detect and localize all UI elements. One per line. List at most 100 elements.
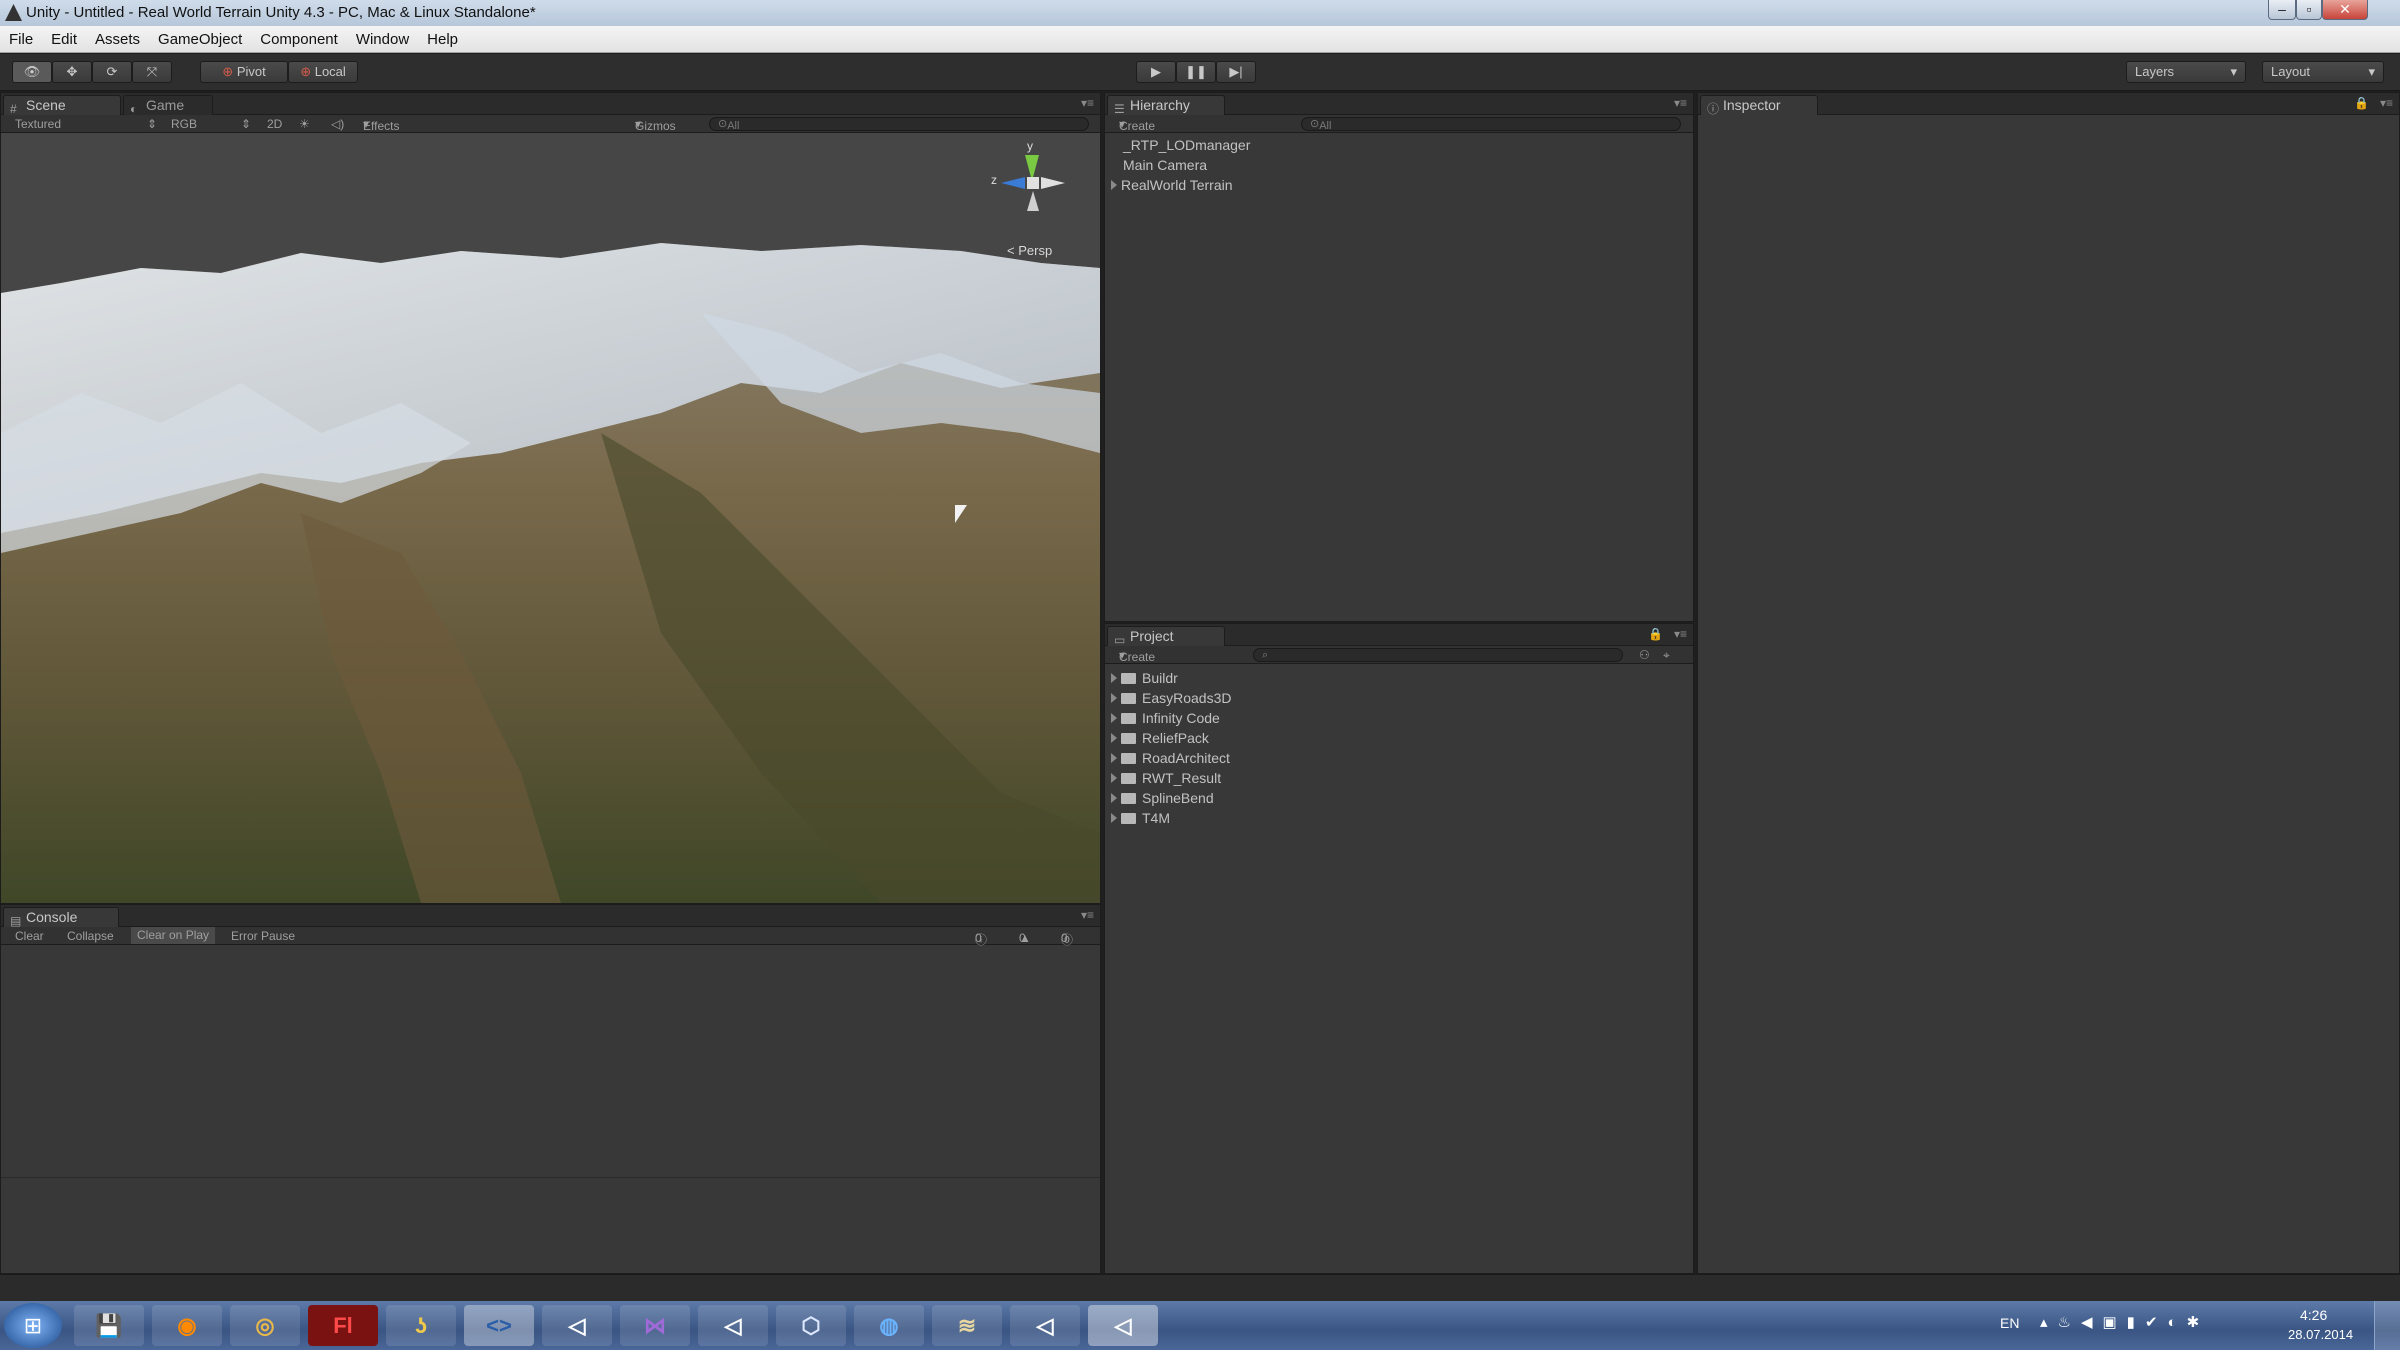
render-mode-dropdown[interactable]: RGB — [171, 117, 197, 131]
tab-game[interactable]: ◐ Game — [123, 95, 213, 116]
hierarchy-search-input[interactable]: ⊙ All — [1301, 117, 1681, 132]
expand-arrow-icon[interactable] — [1111, 793, 1117, 803]
clear-button[interactable]: Clear — [15, 929, 44, 943]
clock-time[interactable]: 4:26 — [2300, 1307, 2327, 1323]
expand-arrow-icon[interactable] — [1111, 813, 1117, 823]
close-button[interactable]: ✕ — [2322, 0, 2368, 20]
expand-arrow-icon[interactable] — [1111, 773, 1117, 783]
tool-app-icon[interactable]: ʖ — [386, 1305, 456, 1346]
unity-taskbar-icon[interactable]: ◁ — [1010, 1305, 1080, 1346]
archive-app-icon[interactable]: ≋ — [932, 1305, 1002, 1346]
scale-tool-icon[interactable]: ⤧ — [132, 61, 172, 83]
2d-toggle[interactable]: 2D — [267, 117, 282, 131]
project-search-input[interactable]: ⌕ — [1253, 648, 1623, 662]
panel-menu-icon[interactable]: ▾≡ — [2380, 96, 2393, 110]
hierarchy-item[interactable]: _RTP_LODmanager — [1123, 135, 1250, 155]
tab-project[interactable]: ▭ Project — [1107, 626, 1225, 647]
expand-arrow-icon[interactable] — [1111, 733, 1117, 743]
gizmos-dropdown[interactable]: Gizmos ▾ — [635, 117, 676, 133]
system-tray-icons[interactable]: ▴♨◀▣▮✔◐✱ — [2040, 1313, 2209, 1331]
project-folder[interactable]: RWT_Result — [1111, 768, 1221, 788]
project-folder[interactable]: Buildr — [1111, 668, 1178, 688]
filter-type-icon[interactable]: ⚇ — [1639, 648, 1650, 662]
filter-label-icon[interactable]: ⌖ — [1663, 648, 1670, 663]
effects-dropdown[interactable]: Effects ▾ — [363, 117, 399, 133]
scene-orientation-gizmo[interactable]: y z — [991, 139, 1081, 229]
menu-window[interactable]: Window — [347, 26, 418, 53]
clear-on-play-toggle[interactable]: Clear on Play — [131, 927, 216, 944]
menu-edit[interactable]: Edit — [42, 26, 86, 53]
menu-file[interactable]: File — [0, 26, 42, 53]
collapse-button[interactable]: Collapse — [67, 929, 114, 943]
project-folder[interactable]: ReliefPack — [1111, 728, 1209, 748]
rotate-tool-icon[interactable]: ⟳ — [92, 61, 132, 83]
unity-taskbar-icon[interactable]: ◁ — [1088, 1305, 1158, 1346]
panel-menu-icon[interactable]: ▾≡ — [1081, 96, 1094, 110]
menu-assets[interactable]: Assets — [86, 26, 149, 53]
layers-dropdown[interactable]: Layers ▾ — [2126, 61, 2246, 83]
panel-menu-icon[interactable]: ▾≡ — [1674, 627, 1687, 641]
audio-icon[interactable]: ◁) — [331, 117, 344, 131]
expand-arrow-icon[interactable] — [1111, 713, 1117, 723]
expand-arrow-icon[interactable] — [1111, 673, 1117, 683]
expand-arrow-icon[interactable] — [1111, 180, 1117, 190]
hierarchy-item[interactable]: Main Camera — [1123, 155, 1207, 175]
persp-label[interactable]: < Persp — [1007, 243, 1052, 258]
globe-app-icon[interactable]: ◍ — [854, 1305, 924, 1346]
minimize-button[interactable]: – — [2268, 0, 2296, 20]
step-button[interactable]: ▶| — [1216, 61, 1256, 83]
clock-date[interactable]: 28.07.2014 — [2288, 1327, 2353, 1342]
unity-taskbar-icon[interactable]: ◁ — [698, 1305, 768, 1346]
menu-component[interactable]: Component — [251, 26, 347, 53]
play-button[interactable]: ▶ — [1136, 61, 1176, 83]
move-tool-icon[interactable]: ✥ — [52, 61, 92, 83]
panel-menu-icon[interactable]: ▾≡ — [1674, 96, 1687, 110]
show-desktop-button[interactable] — [2374, 1301, 2400, 1350]
tab-hierarchy[interactable]: ☰ Hierarchy — [1107, 95, 1225, 116]
project-folder[interactable]: EasyRoads3D — [1111, 688, 1232, 708]
axis-negy-cone[interactable] — [1027, 191, 1039, 211]
layout-dropdown[interactable]: Layout ▾ — [2262, 61, 2384, 83]
start-button-icon[interactable]: ⊞ — [4, 1303, 62, 1348]
pause-button[interactable]: ❚❚ — [1176, 61, 1216, 83]
tab-inspector[interactable]: ⓘ Inspector — [1700, 95, 1818, 116]
expand-arrow-icon[interactable] — [1111, 693, 1117, 703]
project-create-button[interactable]: Create ▾ — [1119, 648, 1155, 664]
scene-search-input[interactable]: ⊙ All — [709, 117, 1089, 132]
menu-gameobject[interactable]: GameObject — [149, 26, 251, 53]
maximize-button[interactable]: ▫ — [2296, 0, 2322, 20]
unity-taskbar-icon[interactable]: ◁ — [542, 1305, 612, 1346]
project-folder[interactable]: T4M — [1111, 808, 1170, 828]
flash-icon[interactable]: Fl — [308, 1305, 378, 1346]
scene-viewport[interactable]: y z < Persp — [1, 133, 1100, 903]
lock-icon[interactable]: 🔒 — [1648, 627, 1663, 641]
visual-studio-icon[interactable]: ⋈ — [620, 1305, 690, 1346]
cube-app-icon[interactable]: ⬡ — [776, 1305, 846, 1346]
local-button[interactable]: ⊕ Local — [288, 61, 358, 83]
firefox-icon[interactable]: ◉ — [152, 1305, 222, 1346]
gizmo-center-cube[interactable] — [1027, 177, 1039, 189]
project-folder[interactable]: RoadArchitect — [1111, 748, 1230, 768]
hierarchy-item[interactable]: RealWorld Terrain — [1111, 175, 1233, 195]
shading-mode-dropdown[interactable]: Textured — [15, 117, 61, 131]
axis-x-cone[interactable] — [1041, 177, 1065, 189]
chrome-icon[interactable]: ◎ — [230, 1305, 300, 1346]
project-folder[interactable]: Infinity Code — [1111, 708, 1220, 728]
panel-menu-icon[interactable]: ▾≡ — [1081, 908, 1094, 922]
hand-tool-icon[interactable]: 👁 — [12, 61, 52, 83]
axis-z-cone[interactable] — [1001, 177, 1025, 189]
menu-help[interactable]: Help — [418, 26, 467, 53]
code-editor-icon[interactable]: <> — [464, 1305, 534, 1346]
language-indicator[interactable]: EN — [2000, 1315, 2019, 1331]
error-pause-button[interactable]: Error Pause — [231, 929, 295, 943]
pivot-button[interactable]: ⊕ Pivot — [200, 61, 288, 83]
lock-icon[interactable]: 🔒 — [2354, 96, 2369, 110]
save-disk-icon[interactable]: 💾 — [74, 1305, 144, 1346]
unity-logo-icon — [5, 4, 22, 21]
expand-arrow-icon[interactable] — [1111, 753, 1117, 763]
tab-console[interactable]: ▤ Console — [3, 907, 119, 928]
tab-scene[interactable]: # Scene — [3, 95, 121, 116]
project-folder[interactable]: SplineBend — [1111, 788, 1214, 808]
hierarchy-create-button[interactable]: Create ▾ — [1119, 117, 1155, 133]
lighting-icon[interactable]: ☀ — [299, 117, 310, 131]
